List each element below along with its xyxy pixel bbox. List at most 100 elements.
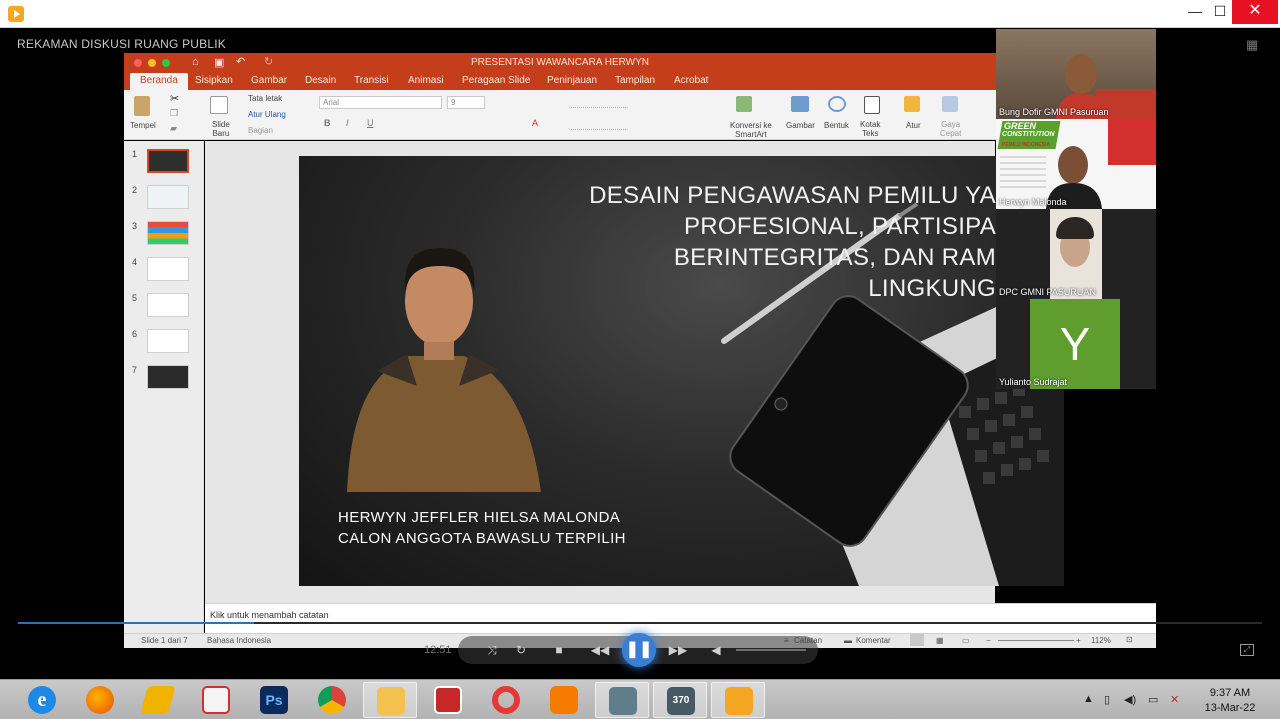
tab-acrobat[interactable]: Acrobat	[674, 75, 708, 86]
paste-icon[interactable]	[134, 96, 150, 116]
taskbar-app[interactable]	[711, 682, 765, 718]
taskbar-app[interactable]	[595, 682, 649, 718]
playback-controls: ⤨ ↻ ■ ◀◀ ❚❚ ▶▶ ◀	[458, 633, 818, 667]
shuffle-icon[interactable]: ⤨	[482, 643, 502, 658]
repeat-icon[interactable]: ↻	[511, 643, 531, 657]
next-button[interactable]: ▶▶	[668, 643, 688, 657]
textbox-icon[interactable]	[864, 96, 880, 114]
phone-button	[774, 397, 788, 411]
arrange-icon[interactable]	[904, 96, 920, 112]
italic-button[interactable]: I	[346, 118, 349, 128]
new-slide-icon[interactable]	[210, 96, 228, 114]
tab-peninjauan[interactable]: Peninjauan	[547, 75, 597, 86]
participant-tile-1[interactable]: Bung Dofir GMNI Pasuruan	[996, 29, 1156, 119]
bullets-icon[interactable]	[568, 96, 628, 108]
bold-button[interactable]: B	[324, 118, 331, 128]
fullscreen-icon[interactable]: ⤢	[1240, 644, 1254, 656]
picture-icon[interactable]	[791, 96, 809, 112]
previous-button[interactable]: ◀◀	[590, 643, 610, 657]
current-slide[interactable]: DESAIN PENGAWASAN PEMILU YA PROFESIONAL,…	[299, 156, 1064, 586]
pause-button[interactable]: ❚❚	[622, 633, 656, 667]
tab-tampilan[interactable]: Tampilan	[615, 75, 655, 86]
taskbar-app[interactable]: e	[15, 682, 69, 718]
battery-icon[interactable]: ▭	[1148, 693, 1158, 706]
shapes-icon[interactable]	[828, 96, 846, 112]
textbox-label: Kotak Teks	[860, 120, 881, 138]
person-neck	[424, 342, 454, 360]
taskbar-app[interactable]	[73, 682, 127, 718]
slide-thumbnail-7[interactable]	[147, 365, 189, 389]
thumb-number: 1	[132, 149, 138, 159]
seek-bar[interactable]	[18, 622, 1262, 624]
taskbar-app[interactable]	[131, 682, 185, 718]
underline-button[interactable]: U	[367, 118, 374, 128]
tab-desain[interactable]: Desain	[305, 75, 336, 86]
layout-label[interactable]: Tata letak	[248, 94, 282, 103]
comments-icon[interactable]: ▬	[844, 636, 852, 645]
taskbar-app[interactable]: Ps	[247, 682, 301, 718]
section-label[interactable]: Bagian	[248, 126, 273, 135]
taskbar-app[interactable]: 370	[653, 682, 707, 718]
tab-peragaan-slide[interactable]: Peragaan Slide	[462, 75, 530, 86]
tab-sisipkan[interactable]: Sisipkan	[195, 75, 233, 86]
slide-thumbnail-3[interactable]	[147, 221, 189, 245]
slide-thumbnail-4[interactable]	[147, 257, 189, 281]
font-color-icon[interactable]: A	[532, 118, 538, 128]
reading-view-icon[interactable]: ▭	[962, 636, 970, 645]
comments-toggle[interactable]: Komentar	[856, 636, 891, 645]
close-button[interactable]: ✕	[1232, 0, 1278, 24]
font-name-select[interactable]: Arial	[319, 96, 442, 109]
copy-icon[interactable]: ❐	[170, 108, 178, 119]
format-painter-icon[interactable]: ▰	[170, 123, 177, 134]
slide-thumbnail-2[interactable]	[147, 185, 189, 209]
language-indicator[interactable]: Bahasa Indonesia	[207, 636, 271, 645]
slide-thumbnail-6[interactable]	[147, 329, 189, 353]
firefox-icon	[86, 686, 114, 714]
notes-pane[interactable]: Klik untuk menambah catatan	[205, 603, 1156, 633]
zoom-out-button[interactable]: −	[986, 636, 991, 645]
zoom-level[interactable]: 112%	[1091, 636, 1111, 645]
network-icon[interactable]: ✕	[1170, 693, 1179, 706]
taskbar-app[interactable]	[479, 682, 533, 718]
device-icon[interactable]: ▯	[1104, 693, 1110, 706]
taskbar-app[interactable]	[363, 682, 417, 718]
tab-animasi[interactable]: Animasi	[408, 75, 444, 86]
slide-thumbnail-1[interactable]	[147, 149, 189, 173]
fit-slide-icon[interactable]: ⊡	[1126, 635, 1133, 644]
show-hidden-icons-icon[interactable]: ▲	[1083, 693, 1094, 705]
quick-styles-icon[interactable]	[942, 96, 958, 112]
participant-tile-3[interactable]: DPC GMNI PASURUAN	[996, 209, 1156, 299]
tab-gambar[interactable]: Gambar	[251, 75, 287, 86]
photoshop-icon: Ps	[260, 686, 288, 714]
layout-icon[interactable]: ▦	[1246, 37, 1262, 52]
participant-video-2	[1000, 146, 1102, 209]
taskbar-app[interactable]	[421, 682, 475, 718]
zoom-slider[interactable]	[998, 640, 1074, 641]
participant-tile-4[interactable]: Y Yulianto Sudrajat	[996, 299, 1156, 389]
taskbar-app[interactable]	[189, 682, 243, 718]
participant-tile-2[interactable]: GREEN CONSTITUTION PEMILU INDONESIA Herw…	[996, 119, 1156, 209]
volume-icon[interactable]: ◀	[706, 643, 726, 657]
normal-view-icon[interactable]	[910, 634, 924, 646]
quick-styles-label: Gaya Cepat	[940, 120, 962, 138]
reset-label[interactable]: Atur Ulang	[248, 110, 286, 119]
red-app-icon	[202, 686, 230, 714]
taskbar-app[interactable]	[305, 682, 359, 718]
ppt-ribbon-tabs: Beranda Sisipkan Gambar Desain Transisi …	[124, 73, 996, 90]
zoom-in-button[interactable]: +	[1076, 636, 1081, 645]
font-size-select[interactable]: 9	[447, 96, 485, 109]
tab-transisi[interactable]: Transisi	[354, 75, 389, 86]
slide-thumbnail-5[interactable]	[147, 293, 189, 317]
tab-beranda[interactable]: Beranda	[130, 73, 188, 90]
thumb-number: 3	[132, 221, 138, 231]
volume-slider[interactable]	[736, 649, 806, 651]
cut-icon[interactable]: ✂	[170, 92, 179, 105]
slide-sorter-icon[interactable]: ▦	[936, 636, 944, 645]
system-clock[interactable]: 9:37 AM 13-Mar-22	[1198, 686, 1262, 716]
alignment-icon[interactable]	[568, 118, 628, 130]
taskbar-app[interactable]	[537, 682, 591, 718]
maximize-button[interactable]: ☐	[1205, 0, 1235, 24]
smartart-icon[interactable]	[736, 96, 752, 112]
stop-button[interactable]: ■	[549, 643, 569, 657]
volume-tray-icon[interactable]: ◀)	[1124, 693, 1136, 706]
